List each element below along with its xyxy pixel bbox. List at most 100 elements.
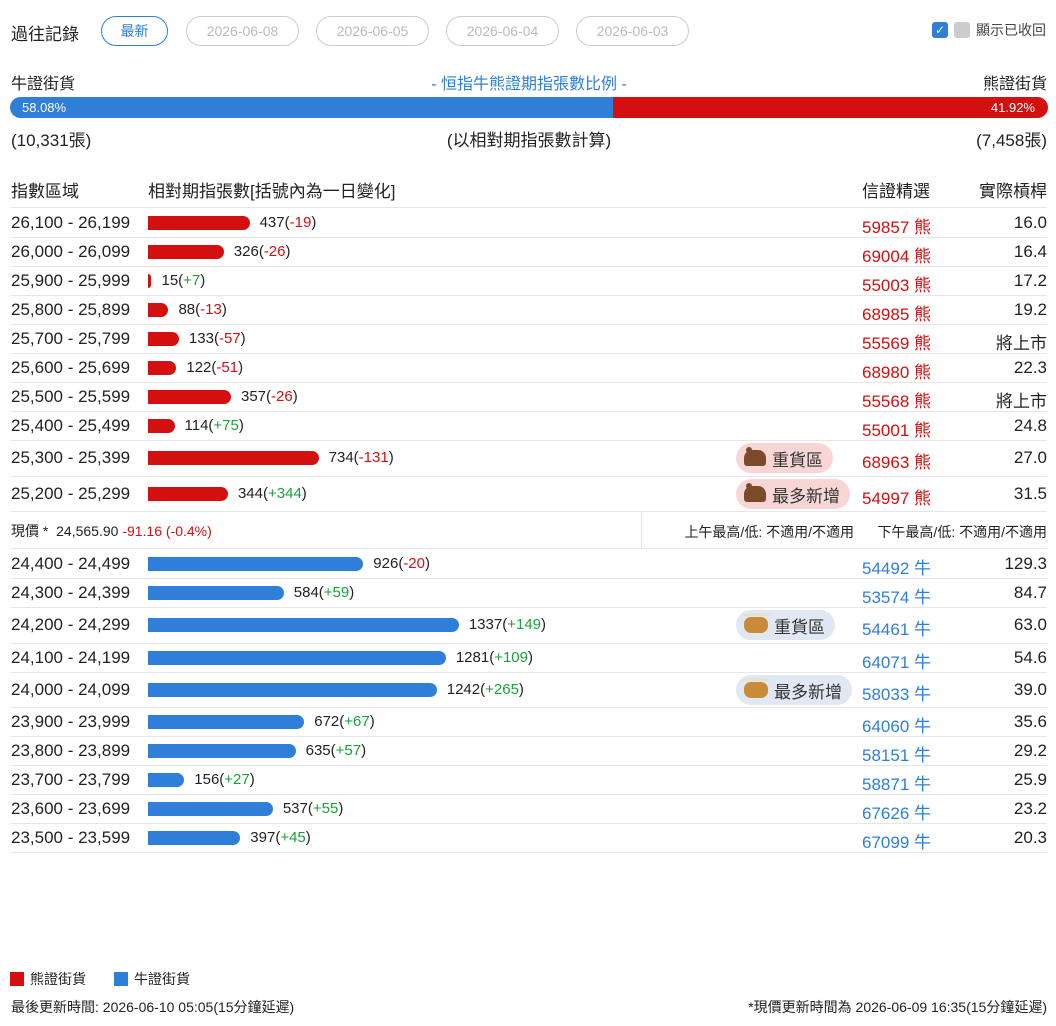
daily-change: +7 [183, 272, 201, 289]
warrant-code[interactable]: 68985 [862, 305, 909, 324]
warrant-code-link[interactable]: 58033 牛 [862, 680, 931, 705]
tag-label: 重貨區 [774, 617, 825, 637]
warrant-code[interactable]: 69004 [862, 247, 909, 266]
contract-quantity: 122(-51) [186, 359, 244, 376]
table-row: 24,400 - 24,499 926(-20) 54492 牛 129.3 [11, 549, 1047, 579]
contract-quantity: 357(-26) [241, 388, 298, 405]
warrant-code-link[interactable]: 59857 熊 [862, 213, 931, 238]
warrant-code-link[interactable]: 67626 牛 [862, 799, 931, 824]
warrant-code[interactable]: 53574 [862, 588, 909, 607]
warrant-code[interactable]: 68963 [862, 453, 909, 472]
range-label: 25,300 - 25,399 [11, 448, 131, 467]
warrant-code-link[interactable]: 58151 牛 [862, 741, 931, 766]
quantity-value: 357 [241, 388, 267, 405]
warrant-code[interactable]: 55568 [862, 392, 909, 411]
warrant-code-link[interactable]: 54461 牛 [862, 615, 931, 640]
pm-high-low: 下午最高/低: 不適用/不適用 [877, 524, 1047, 540]
contract-quantity: 635(+57) [305, 742, 367, 759]
bull-contract-bar [148, 557, 364, 571]
tag-label: 最多新增 [772, 486, 840, 506]
bear-contract-bar [148, 303, 169, 317]
daily-change: +55 [312, 800, 339, 817]
price-update-note: *現價更新時間為 2026-06-09 16:35(15分鐘延遲) [748, 999, 1047, 1015]
bull-count: (10,331張) [11, 131, 92, 150]
warrant-code[interactable]: 55569 [862, 334, 909, 353]
warrant-code-link[interactable]: 64071 牛 [862, 648, 931, 673]
history-label: 過往記錄 [11, 25, 79, 44]
range-label: 24,400 - 24,499 [11, 554, 131, 573]
chip-date-4[interactable]: 2026-06-03 [576, 16, 689, 46]
warrant-type: 牛 [914, 559, 932, 578]
check-icon[interactable]: ✓ [932, 22, 948, 38]
warrant-code[interactable]: 67626 [862, 804, 909, 823]
chip-date-2[interactable]: 2026-06-05 [316, 16, 429, 46]
effective-leverage: 27.0 [1013, 448, 1047, 467]
bear-contract-bar [148, 332, 179, 346]
bear-icon [744, 483, 766, 502]
warrant-code[interactable]: 64071 [862, 653, 909, 672]
contract-quantity: 1281(+109) [455, 649, 533, 666]
warrant-code[interactable]: 58033 [862, 685, 909, 704]
effective-leverage: 16.0 [1013, 213, 1047, 232]
chip-date-1[interactable]: 2026-06-08 [186, 16, 299, 46]
ratio-title: - 恒指牛熊證期指張數比例 - [431, 76, 627, 93]
warrant-code[interactable]: 58151 [862, 746, 909, 765]
effective-leverage: 129.3 [1004, 554, 1047, 573]
warrant-code[interactable]: 54461 [862, 620, 909, 639]
warrant-type: 熊 [914, 218, 932, 237]
checkbox-icon[interactable] [954, 22, 970, 38]
daily-change: +45 [280, 829, 306, 846]
warrant-code-link[interactable]: 68985 熊 [862, 300, 931, 325]
show-collapsed-label: 顯示已收回 [976, 22, 1046, 38]
quantity-value: 156 [194, 771, 220, 788]
table-row: 24,300 - 24,399 584(+59) 53574 牛 84.7 [11, 578, 1047, 608]
warrant-code[interactable]: 58871 [862, 775, 909, 794]
quantity-value: 397 [250, 829, 276, 846]
warrant-code-link[interactable]: 55003 熊 [862, 271, 931, 296]
bear-legend-swatch [10, 972, 24, 986]
warrant-type: 熊 [914, 421, 932, 440]
show-collapsed-toggle[interactable]: ✓ 顯示已收回 [932, 20, 1046, 40]
warrant-code-link[interactable]: 55569 熊 [862, 329, 931, 354]
daily-change: -13 [200, 301, 222, 318]
warrant-code[interactable]: 64060 [862, 717, 909, 736]
quantity-value: 537 [282, 800, 308, 817]
effective-leverage: 20.3 [1013, 828, 1047, 847]
warrant-code-link[interactable]: 68963 熊 [862, 448, 931, 473]
chip-latest[interactable]: 最新 [101, 16, 168, 46]
warrant-code-link[interactable]: 55568 熊 [862, 387, 931, 412]
quantity-value: 672 [314, 713, 340, 730]
chip-date-3[interactable]: 2026-06-04 [446, 16, 559, 46]
warrant-code-link[interactable]: 58871 牛 [862, 770, 931, 795]
table-row: 23,700 - 23,799 156(+27) 58871 牛 25.9 [11, 765, 1047, 795]
daily-change: -26 [271, 388, 293, 405]
daily-change: -20 [403, 555, 425, 572]
warrant-code-link[interactable]: 67099 牛 [862, 828, 931, 853]
quantity-value: 1281 [455, 649, 490, 666]
quantity-value: 88 [178, 301, 196, 318]
price-label: 現價 * [11, 523, 49, 539]
warrant-code-link[interactable]: 55001 熊 [862, 416, 931, 441]
warrant-code-link[interactable]: 53574 牛 [862, 583, 931, 608]
effective-leverage: 35.6 [1013, 712, 1047, 731]
warrant-code[interactable]: 68980 [862, 363, 909, 382]
warrant-code-link[interactable]: 69004 熊 [862, 242, 931, 267]
warrant-code-link[interactable]: 68980 熊 [862, 358, 931, 383]
warrant-code[interactable]: 54997 [862, 489, 909, 508]
effective-leverage: 將上市 [996, 392, 1047, 411]
daily-change: +109 [494, 649, 528, 666]
quantity-value: 133 [188, 330, 214, 347]
table-row: 24,200 - 24,299 1337(+149) 重貨區 54461 牛 63.0 [11, 607, 1047, 644]
warrant-code[interactable]: 67099 [862, 833, 909, 852]
warrant-code-link[interactable]: 54997 熊 [862, 484, 931, 509]
warrant-code-link[interactable]: 54492 牛 [862, 554, 931, 579]
warrant-code[interactable]: 59857 [862, 218, 909, 237]
warrant-code[interactable]: 55001 [862, 421, 909, 440]
warrant-code[interactable]: 54492 [862, 559, 909, 578]
contract-quantity: 926(-20) [373, 555, 430, 572]
contract-quantity: 397(+45) [250, 829, 311, 846]
range-label: 26,100 - 26,199 [11, 213, 131, 232]
warrant-code[interactable]: 55003 [862, 276, 909, 295]
effective-leverage: 24.8 [1013, 416, 1047, 435]
warrant-code-link[interactable]: 64060 牛 [862, 712, 931, 737]
